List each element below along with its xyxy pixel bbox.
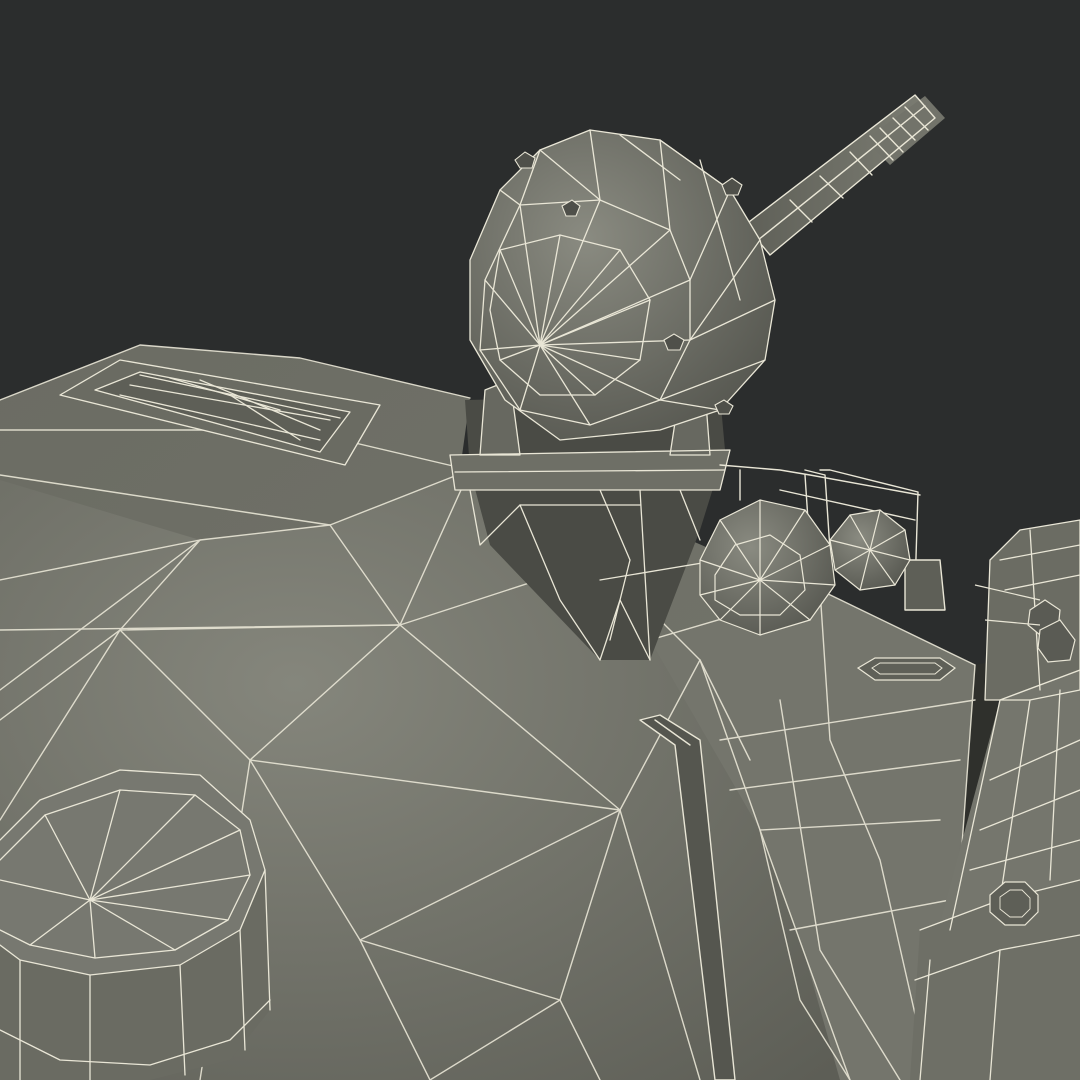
box-bolt xyxy=(989,881,1039,926)
render-viewport xyxy=(0,0,1080,1080)
commander-hatch xyxy=(0,769,271,1080)
deck-lift-eye xyxy=(856,657,957,681)
wireframe-scene xyxy=(0,0,1080,1080)
